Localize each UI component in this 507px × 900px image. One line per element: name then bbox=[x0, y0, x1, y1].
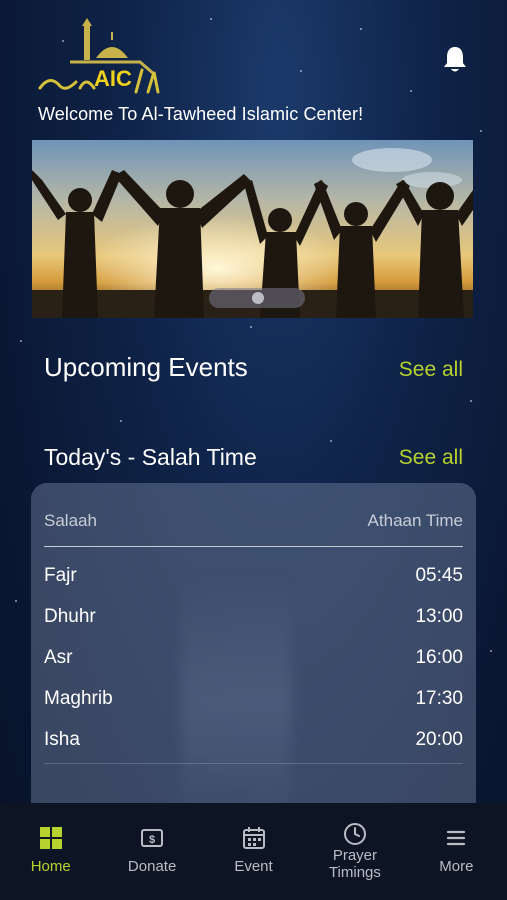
upcoming-events-title: Upcoming Events bbox=[44, 352, 248, 382]
athaan-time: 17:30 bbox=[415, 688, 463, 709]
tab-label: Donate bbox=[127, 858, 177, 875]
tab-home[interactable]: Home bbox=[0, 803, 101, 900]
tab-label: Prayer Timings bbox=[328, 847, 381, 881]
events-see-all-link[interactable]: See all bbox=[399, 358, 463, 382]
salah-row-dhuhr: Dhuhr 13:00 bbox=[44, 606, 463, 628]
athaan-time: 05:45 bbox=[415, 565, 463, 586]
salah-row-maghrib: Maghrib 17:30 bbox=[44, 688, 463, 710]
salah-name: Isha bbox=[44, 729, 80, 750]
svg-text:AIC: AIC bbox=[94, 66, 132, 91]
svg-text:$: $ bbox=[149, 834, 155, 846]
header-divider bbox=[44, 546, 463, 547]
calendar-icon bbox=[242, 827, 265, 849]
tab-donate[interactable]: $ Donate bbox=[101, 803, 202, 900]
salah-name: Asr bbox=[44, 647, 73, 668]
salah-name: Maghrib bbox=[44, 688, 113, 709]
aic-logo: AIC bbox=[36, 18, 162, 98]
salah-see-all-link[interactable]: See all bbox=[399, 446, 463, 470]
salah-row-isha: Isha 20:00 bbox=[44, 729, 463, 751]
row-divider bbox=[44, 763, 463, 764]
menu-icon bbox=[447, 830, 466, 846]
donate-icon: $ bbox=[141, 829, 164, 847]
salah-name: Dhuhr bbox=[44, 606, 96, 627]
athaan-time: 13:00 bbox=[415, 606, 463, 627]
welcome-message: Welcome To Al-Tawheed Islamic Center! bbox=[38, 104, 364, 124]
clock-icon bbox=[343, 823, 366, 845]
carousel-pager[interactable] bbox=[209, 288, 305, 308]
athaan-column-header: Athaan Time bbox=[367, 511, 463, 530]
bottom-tab-bar: Home $ Donate Event Prayer Timings More bbox=[0, 803, 507, 900]
salah-table-header: Salaah Athaan Time bbox=[44, 511, 463, 531]
athaan-time: 20:00 bbox=[415, 729, 463, 750]
salah-time-card: Salaah Athaan Time Fajr 05:45 Dhuhr 13:0… bbox=[31, 483, 476, 823]
tab-label: Home bbox=[30, 858, 71, 875]
athaan-time: 16:00 bbox=[415, 647, 463, 668]
home-grid-icon bbox=[39, 827, 62, 849]
notifications-bell-icon[interactable] bbox=[440, 44, 470, 74]
tab-more[interactable]: More bbox=[406, 803, 507, 900]
salah-row-fajr: Fajr 05:45 bbox=[44, 565, 463, 587]
carousel-pager-dot-active bbox=[252, 292, 264, 304]
salah-name: Fajr bbox=[44, 565, 77, 586]
tab-event[interactable]: Event bbox=[203, 803, 304, 900]
tab-prayer-timings[interactable]: Prayer Timings bbox=[304, 803, 405, 900]
salah-row-asr: Asr 16:00 bbox=[44, 647, 463, 669]
tab-label: Event bbox=[234, 858, 273, 875]
salah-time-title: Today's - Salah Time bbox=[44, 444, 257, 470]
tab-label: More bbox=[439, 858, 474, 875]
salaah-column-header: Salaah bbox=[44, 511, 97, 530]
